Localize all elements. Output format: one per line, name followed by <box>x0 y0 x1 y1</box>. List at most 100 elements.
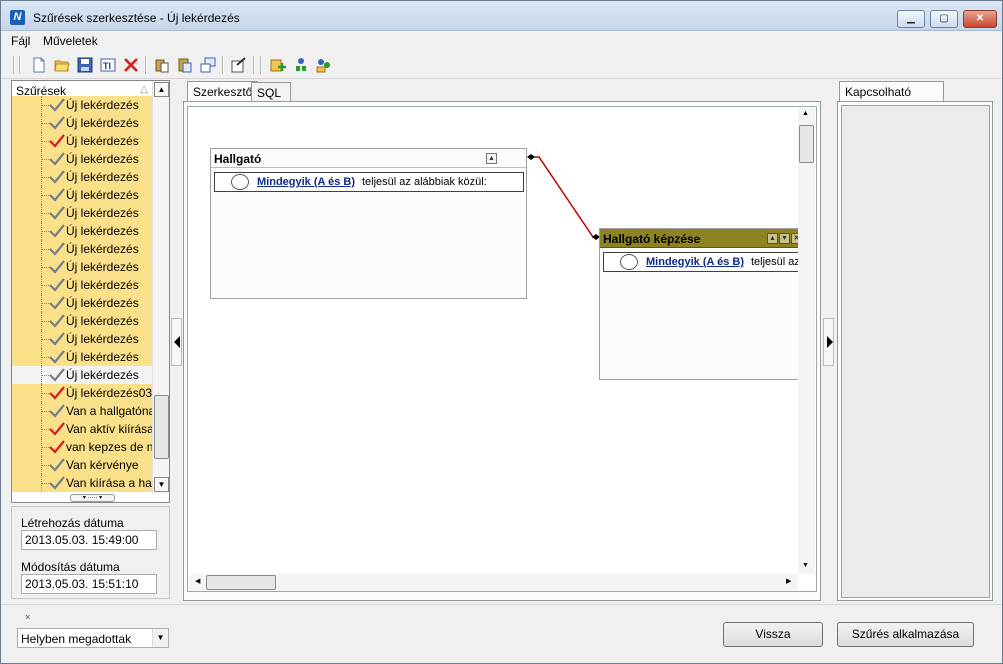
scroll-left-arrow-icon[interactable]: ◀ <box>195 577 200 585</box>
tab-linkable-tables[interactable]: Kapcsolható táblák <box>839 81 944 113</box>
list-item[interactable]: Új lekérdezés <box>12 348 152 366</box>
expand-table-button[interactable]: ▼ <box>779 233 790 244</box>
minimize-button[interactable]: ▁ <box>897 10 925 28</box>
list-item[interactable]: Új lekérdezés <box>12 294 152 312</box>
toolbar-separator <box>13 56 15 74</box>
list-item[interactable]: Új lekérdezés <box>12 240 152 258</box>
new-button[interactable] <box>29 55 49 75</box>
list-item[interactable]: Új lekérdezés <box>12 168 152 186</box>
scroll-up-arrow-icon[interactable]: ▲ <box>802 110 809 117</box>
paste-button[interactable] <box>175 55 195 75</box>
scroll-up-arrow-icon[interactable]: ▲ <box>154 82 169 97</box>
scrollbar-thumb[interactable] <box>154 395 169 459</box>
created-date-field[interactable]: 2013.05.03. 15:49:00 <box>21 530 157 550</box>
list-item[interactable]: Van aktív kiírása <box>12 420 154 438</box>
menu-bar: Fájl Műveletek <box>1 31 1002 51</box>
delete-button[interactable] <box>121 55 141 75</box>
user-tree-button[interactable] <box>291 55 311 75</box>
bottom-divider <box>1 604 1002 605</box>
tab-sql[interactable]: SQL <box>251 82 291 103</box>
list-item[interactable]: Új lekérdezés <box>12 132 152 150</box>
new-icon <box>33 57 45 73</box>
panel-expander-handle[interactable]: ▾ ····· ▾ <box>70 494 115 502</box>
delete-icon <box>124 58 138 72</box>
list-item-label: Új lekérdezés <box>66 350 139 364</box>
table-hallgato-kepzese[interactable]: Hallgató képzése ▲ ▼ ✕ Mindegyik (A és B… <box>599 228 804 380</box>
list-item[interactable]: Van kérvénye <box>12 456 152 474</box>
condition-toggle-circle[interactable] <box>231 174 249 190</box>
scrollbar-thumb[interactable] <box>799 125 814 163</box>
apply-filter-button[interactable]: Szűrés alkalmazása <box>837 622 974 647</box>
copy-button[interactable] <box>152 55 172 75</box>
table-hallgato[interactable]: Hallgató ▲ Mindegyik (A és B) teljesül a… <box>210 148 527 299</box>
table-kepzese-header[interactable]: Hallgató képzése ▲ ▼ ✕ <box>600 229 803 248</box>
add-table-button[interactable] <box>268 55 288 75</box>
rename-button[interactable]: TI <box>98 55 118 75</box>
list-item[interactable]: Van a hallgatónak <box>12 402 161 420</box>
tree-vertical-scrollbar[interactable]: ▲ ▼ <box>152 81 169 494</box>
list-item[interactable]: Új lekérdezés <box>12 222 152 240</box>
scroll-right-arrow-icon[interactable]: ▶ <box>786 577 791 585</box>
back-button[interactable]: Vissza <box>723 622 823 647</box>
maximize-button[interactable]: ▢ <box>930 10 958 28</box>
condition-group[interactable]: Mindegyik (A és B) teljesül az alábbiak … <box>603 252 799 272</box>
collapse-table-button[interactable]: ▲ <box>486 153 497 164</box>
query-canvas[interactable]: Hallgató ▲ Mindegyik (A és B) teljesül a… <box>187 106 817 592</box>
scrollbar-thumb[interactable] <box>206 575 276 590</box>
chevron-down-icon[interactable]: ▼ <box>152 629 168 647</box>
check-red-icon <box>49 422 65 436</box>
bottom-mark: × <box>25 612 31 622</box>
paste-icon <box>178 58 192 73</box>
list-item[interactable]: Új lekérdezés <box>12 114 152 132</box>
list-item[interactable]: Új lekérdezés0307 <box>12 384 165 402</box>
menu-file[interactable]: Fájl <box>11 34 30 48</box>
list-item[interactable]: Új lekérdezés <box>12 312 152 330</box>
linkable-tables-list[interactable] <box>841 105 990 598</box>
table-hallgato-header[interactable]: Hallgató ▲ <box>211 149 526 168</box>
list-item-label: Új lekérdezés <box>66 314 139 328</box>
chevron-down-icon: ▾ ····· ▾ <box>82 495 103 501</box>
list-item[interactable]: Új lekérdezés <box>12 258 152 276</box>
list-item[interactable]: Van kiírása a hallg <box>12 474 164 492</box>
tab-editor[interactable]: Szerkesztő <box>187 81 259 103</box>
scroll-down-arrow-icon[interactable]: ▼ <box>154 477 169 492</box>
list-item[interactable]: van kepzes de nin <box>12 438 163 456</box>
tree-connector <box>41 222 49 240</box>
tree-connector <box>41 240 49 258</box>
list-item[interactable]: Új lekérdezés <box>12 276 152 294</box>
scope-select[interactable]: Helyben megadottak ▼ <box>17 628 169 648</box>
list-item[interactable]: Új lekérdezés <box>12 204 152 222</box>
list-item[interactable]: Új lekérdezés <box>12 186 152 204</box>
collapse-left-button[interactable] <box>171 318 182 366</box>
condition-toggle-circle[interactable] <box>620 254 638 270</box>
condition-all-link[interactable]: Mindegyik (A és B) <box>646 256 744 268</box>
list-item[interactable]: Új lekérdezés <box>12 96 152 114</box>
user-group-button[interactable] <box>314 55 334 75</box>
save-button[interactable] <box>75 55 95 75</box>
condition-group[interactable]: Mindegyik (A és B) teljesül az alábbiak … <box>214 172 524 192</box>
tree-connector <box>41 384 49 402</box>
collapse-right-button[interactable] <box>823 318 834 366</box>
tree-connector <box>41 132 49 150</box>
scroll-down-arrow-icon[interactable]: ▼ <box>802 562 809 569</box>
import-button[interactable] <box>198 55 218 75</box>
canvas-horizontal-scrollbar[interactable]: ◀ ▶ <box>189 574 798 591</box>
condition-all-link[interactable]: Mindegyik (A és B) <box>257 176 355 188</box>
canvas-vertical-scrollbar[interactable]: ▲ ▼ <box>798 108 815 574</box>
import-icon <box>200 57 216 73</box>
close-button[interactable]: ✕ <box>963 10 997 28</box>
list-item[interactable]: Új lekérdezés <box>12 150 152 168</box>
collapse-table-button[interactable]: ▲ <box>767 233 778 244</box>
tree-connector <box>41 204 49 222</box>
open-button[interactable] <box>52 55 72 75</box>
list-item-label: Új lekérdezés <box>66 188 139 202</box>
app-icon: N <box>10 10 25 25</box>
export-button[interactable] <box>229 55 249 75</box>
menu-operations[interactable]: Műveletek <box>43 34 98 48</box>
list-item-label: Új lekérdezés <box>66 98 139 112</box>
list-item[interactable]: Új lekérdezés <box>12 366 152 384</box>
list-item[interactable]: Új lekérdezés <box>12 330 152 348</box>
tree-connector <box>41 276 49 294</box>
modified-date-field[interactable]: 2013.05.03. 15:51:10 <box>21 574 157 594</box>
rename-icon: TI <box>100 58 116 72</box>
